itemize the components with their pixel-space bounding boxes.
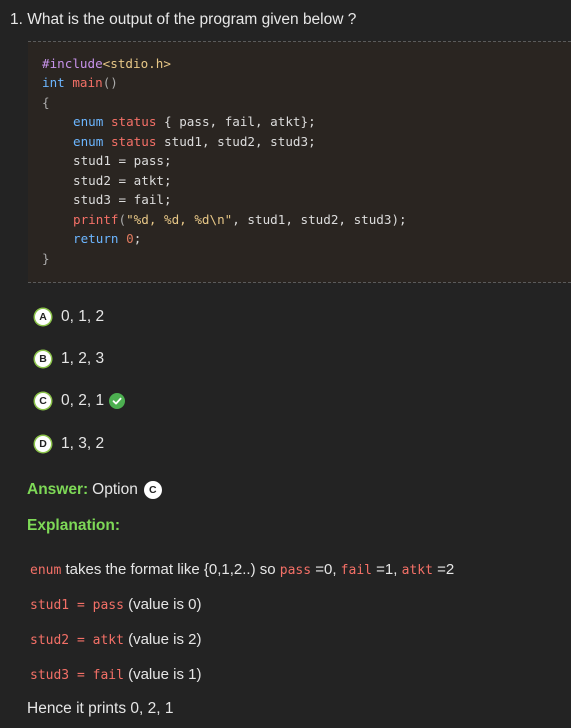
option-text: 0, 1, 2 <box>61 308 105 325</box>
code-punct: ( <box>118 212 127 227</box>
code-line-2: int main() <box>42 75 118 90</box>
answer-label: Answer: <box>27 481 89 498</box>
code-keyword: enum <box>73 114 104 129</box>
code-line-5: enum status stud1, stud2, stud3; <box>73 134 316 149</box>
option-c[interactable]: C 0, 2, 1 <box>35 391 126 411</box>
answer-text: Option <box>92 481 138 498</box>
conclusion-text: Hence it prints 0, 2, 1 <box>27 700 174 717</box>
option-letter-badge: B <box>35 351 51 367</box>
code-number: 0 <box>126 231 134 246</box>
inline-code: stud3 = fail <box>30 668 124 683</box>
code-text: stud1, stud2, stud3; <box>164 134 316 149</box>
code-function: printf <box>73 212 119 227</box>
option-letter-badge: A <box>35 309 51 325</box>
code-header: <stdio.h> <box>102 56 171 71</box>
question-title: 1. What is the output of the program giv… <box>10 11 357 28</box>
explanation-title: Explanation: <box>27 517 121 534</box>
code-keyword: enum <box>73 134 104 149</box>
explanation-line-2: stud1 = pass (value is 0) <box>30 596 201 613</box>
code-line-3: { <box>42 95 50 110</box>
code-text: { pass, fail, atkt}; <box>164 114 316 129</box>
code-block: #include<stdio.h> int main() { enum stat… <box>28 41 571 283</box>
explanation-text: =1, <box>371 561 402 578</box>
code-line-9: printf("%d, %d, %d\n", stud1, stud2, stu… <box>73 212 407 227</box>
code-line-4: enum status { pass, fail, atkt}; <box>73 114 316 129</box>
explanation-line-1: enum takes the format like {0,1,2..) so … <box>30 561 454 578</box>
code-line-8: stud3 = fail; <box>73 192 172 207</box>
code-preprocessor: #include <box>42 56 103 71</box>
inline-code: atkt <box>401 563 433 578</box>
answer-line: Answer: Option C <box>27 481 162 499</box>
option-b[interactable]: B 1, 2, 3 <box>35 349 104 369</box>
option-text: 1, 3, 2 <box>61 435 105 452</box>
code-function: main <box>72 75 103 90</box>
code-text: , stud1, stud2, stud3); <box>232 212 407 227</box>
explanation-text: takes the format like {0,1,2..) so <box>61 561 280 578</box>
code-type: status <box>110 134 157 149</box>
code-keyword: return <box>73 231 119 246</box>
code-type: status <box>110 114 157 129</box>
inline-code: pass <box>279 563 312 578</box>
code-punct: () <box>102 75 118 90</box>
explanation-text: (value is 2) <box>123 631 202 648</box>
explanation-text: (value is 1) <box>123 666 202 683</box>
code-line-6: stud1 = pass; <box>73 153 172 168</box>
code-line-7: stud2 = atkt; <box>73 173 172 188</box>
option-letter-badge: C <box>35 393 51 409</box>
code-line-1: #include<stdio.h> <box>42 56 171 71</box>
inline-code: enum <box>30 563 62 578</box>
inline-code: stud2 = atkt <box>30 633 124 648</box>
answer-letter-badge: C <box>143 481 162 499</box>
explanation-text: (value is 0) <box>123 596 202 613</box>
code-string: "%d, %d, %d\n" <box>126 212 233 227</box>
option-text: 1, 2, 3 <box>61 350 105 367</box>
inline-code: fail <box>340 563 372 578</box>
code-type: int <box>42 75 65 90</box>
code-line-10: return 0; <box>73 231 141 246</box>
code-line-11: } <box>42 251 50 266</box>
option-d[interactable]: D 1, 3, 2 <box>35 434 104 454</box>
correct-check-icon <box>109 393 126 409</box>
explanation-line-3: stud2 = atkt (value is 2) <box>30 631 201 648</box>
option-a[interactable]: A 0, 1, 2 <box>35 307 104 327</box>
option-letter-badge: D <box>35 436 51 452</box>
code-punct: ; <box>133 231 142 246</box>
inline-code: stud1 = pass <box>30 598 124 613</box>
explanation-text: =2 <box>432 561 455 578</box>
explanation-text: =0, <box>311 561 341 578</box>
option-text: 0, 2, 1 <box>61 392 105 409</box>
explanation-line-4: stud3 = fail (value is 1) <box>30 666 201 683</box>
